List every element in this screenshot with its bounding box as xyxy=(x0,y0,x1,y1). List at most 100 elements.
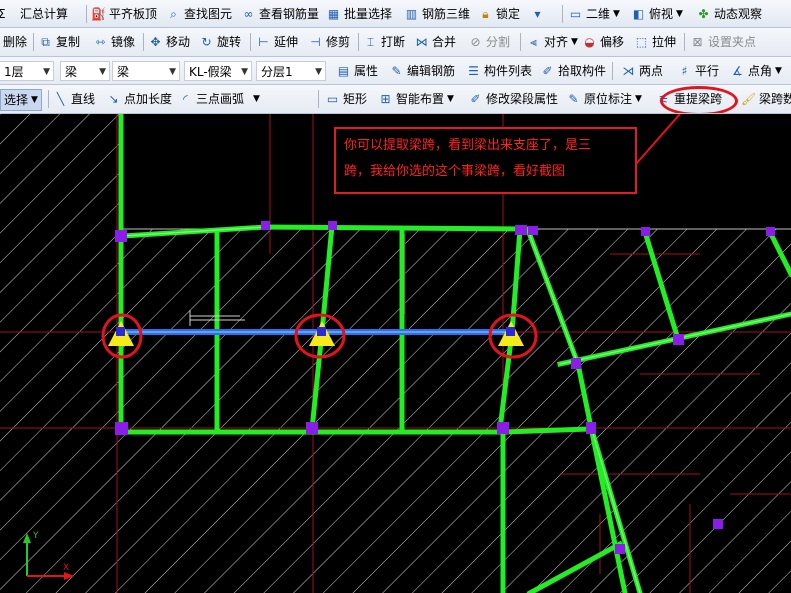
view-angle-label: 俯视 xyxy=(649,7,674,21)
set-grip-label: 设置夹点 xyxy=(708,35,757,49)
brush-icon: 🖌︎ xyxy=(741,91,757,106)
offset-label: 偏移 xyxy=(600,35,625,49)
chevron-down-icon: ▼ xyxy=(676,9,683,19)
span-partial-button[interactable]: 🖌︎梁跨数 xyxy=(741,89,791,109)
component-select[interactable]: KL-假梁 ▼ xyxy=(184,61,252,81)
select-dropdown[interactable]: 选择 ▼ xyxy=(0,89,42,111)
extend-icon: ⊢ xyxy=(258,34,269,49)
chevron-down-icon: ▼ xyxy=(447,94,454,104)
point-angle-icon: ∡ xyxy=(732,63,743,78)
batch-select-icon: ▦ xyxy=(327,6,340,21)
type-select[interactable]: 梁 ▼ xyxy=(112,61,180,81)
edit-rebar-label: 编辑钢筋 xyxy=(407,64,456,78)
arc-icon: ◜ xyxy=(183,91,188,106)
toolbar-separator xyxy=(358,33,359,51)
merge-button[interactable]: ⋈ 合并 xyxy=(414,32,457,52)
sum-button[interactable]: 汇总计算 xyxy=(20,4,68,24)
axis-x-label: X xyxy=(63,563,69,573)
floor-value: 1层 xyxy=(4,65,24,79)
edit-toolbar: 删除 ⧉ 复制 ⇿ 镜像 ✥ 移动 ↻ 旋转 ⊢ 延伸 ⊣ 修剪 ⌶ 打断 ⋈ 合并 ⊘ 分割 ⫷… xyxy=(0,28,791,57)
three-point-arc-label: 三点画弧 xyxy=(196,92,245,106)
trim-button[interactable]: ⊣ 修剪 xyxy=(308,32,350,52)
extend-button[interactable]: ⊢ 延伸 xyxy=(256,32,298,52)
toolbar-separator xyxy=(684,33,685,51)
pick-component-button[interactable]: ✐ 拾取构件 xyxy=(540,61,606,81)
rotate-button[interactable]: ↻ 旋转 xyxy=(199,32,241,52)
two-points-button[interactable]: ⋊ 两点 xyxy=(621,61,664,81)
copy-button[interactable]: ⧉ 复制 xyxy=(38,32,80,52)
component-value: KL-假梁 xyxy=(189,65,232,79)
move-button[interactable]: ✥ 移动 xyxy=(148,32,190,52)
view-mode-dropdown[interactable]: ▭ 二维 ▼ xyxy=(568,4,620,24)
sum-tool[interactable]: Σ xyxy=(0,4,6,24)
smart-layout-label: 智能布置 xyxy=(396,92,445,106)
draw-toolbar: 选择 ▼ ╲ 直线 ↘ 点加长度 ◜ 三点画弧 ▼ ▭ 矩形 ⊞ 智能布置 ▼ ✐ 修改梁段属性 … xyxy=(0,85,791,114)
annotation-icon: ✎ xyxy=(568,91,579,106)
orbit-icon: ✤ xyxy=(698,6,709,21)
floor-select[interactable]: 1层 ▼ xyxy=(0,61,54,81)
toolbar-separator xyxy=(86,5,87,23)
mirror-label: 镜像 xyxy=(111,35,136,49)
layer-select[interactable]: 分层1 ▼ xyxy=(256,61,326,81)
component-list-button[interactable]: ☰ 构件列表 xyxy=(466,61,532,81)
stretch-button[interactable]: ⬚ 拉伸 xyxy=(634,32,676,52)
toolbar-separator xyxy=(612,62,613,80)
toolbar-separator xyxy=(143,33,144,51)
delete-label: 删除 xyxy=(3,35,28,49)
dynamic-observe-button[interactable]: ✤ 动态观察 xyxy=(696,4,762,24)
rectangle-label: 矩形 xyxy=(343,92,368,106)
chevron-down-icon: ▼ xyxy=(635,94,642,104)
rectangle-icon: ▭ xyxy=(326,91,339,106)
modify-span-props-button[interactable]: ✐ 修改梁段属性 xyxy=(468,89,558,109)
split-button[interactable]: ⊘ 分割 xyxy=(468,32,510,52)
rotate-label: 旋转 xyxy=(217,35,242,49)
lock-label: 锁定 xyxy=(496,7,521,21)
point-angle-dropdown[interactable]: ∡ 点角 ▼ xyxy=(730,61,782,81)
break-button[interactable]: ⌶ 打断 xyxy=(363,32,405,52)
line-button[interactable]: ╲ 直线 xyxy=(53,89,95,109)
lock-button[interactable]: 🔒︎ 锁定 xyxy=(478,4,520,24)
three-point-arc-dropdown[interactable]: ◜ 三点画弧 ▼ xyxy=(178,89,260,109)
find-element-button[interactable]: ⌕ 查找图元 xyxy=(166,4,232,24)
type-value: 梁 xyxy=(117,65,130,79)
split-icon: ⊘ xyxy=(470,34,481,49)
rebar-3d-button[interactable]: ▥ 钢筋三维 xyxy=(404,4,470,24)
floor-top-button[interactable]: ⛽ 平齐板顶 xyxy=(91,4,157,24)
offset-button[interactable]: ◒ 偏移 xyxy=(582,32,624,52)
properties-button[interactable]: ▤ 属性 xyxy=(336,61,378,81)
smart-layout-dropdown[interactable]: ⊞ 智能布置 ▼ xyxy=(378,89,454,109)
point-length-button[interactable]: ↘ 点加长度 xyxy=(106,89,172,109)
rotate-icon: ↻ xyxy=(201,34,212,49)
cube-icon: ◧ xyxy=(632,6,645,21)
original-annotation-dropdown[interactable]: ✎ 原位标注 ▼ xyxy=(566,89,642,109)
view-angle-dropdown[interactable]: ◧ 俯视 ▼ xyxy=(631,4,683,24)
edit-rebar-button[interactable]: ✎ 编辑钢筋 xyxy=(389,61,455,81)
edit-rebar-icon: ✎ xyxy=(391,63,402,78)
rectangle-button[interactable]: ▭ 矩形 xyxy=(325,89,367,109)
chevron-down-icon: ▼ xyxy=(31,95,38,105)
glasses-icon: ∞ xyxy=(243,6,254,21)
chevron-down-icon: ▼ xyxy=(571,37,578,47)
floor-top-label: 平齐板顶 xyxy=(109,7,158,21)
chevron-down-icon: ▼ xyxy=(253,94,260,104)
binoculars-icon: ⌕ xyxy=(170,6,177,21)
category-select[interactable]: 梁 ▼ xyxy=(60,61,110,81)
copy-label: 复制 xyxy=(56,35,81,49)
parallel-button[interactable]: ♯ 平行 xyxy=(677,61,719,81)
select-label: 选择 xyxy=(4,93,29,107)
set-grip-button[interactable]: ⊠ 设置夹点 xyxy=(690,32,756,52)
break-icon: ⌶ xyxy=(366,34,375,49)
modify-span-props-label: 修改梁段属性 xyxy=(486,92,559,106)
mirror-button[interactable]: ⇿ 镜像 xyxy=(93,32,135,52)
trim-label: 修剪 xyxy=(326,35,351,49)
align-dropdown[interactable]: ⫷ 对齐 ▼ xyxy=(526,32,578,52)
two-points-label: 两点 xyxy=(639,64,664,78)
annotation-line-1: 你可以提取梁跨，看到梁出来支座了，是三 xyxy=(344,138,592,153)
line-label: 直线 xyxy=(71,92,96,106)
delete-button[interactable]: 删除 xyxy=(3,32,27,52)
chevron-down-icon: ▼ xyxy=(315,67,322,77)
more-dropdown[interactable]: ▾ xyxy=(530,4,545,24)
batch-select-button[interactable]: ▦ 批量选择 xyxy=(326,4,392,24)
original-annotation-label: 原位标注 xyxy=(584,92,633,106)
view-rebar-qty-button[interactable]: ∞ 查看钢筋量 xyxy=(241,4,320,24)
